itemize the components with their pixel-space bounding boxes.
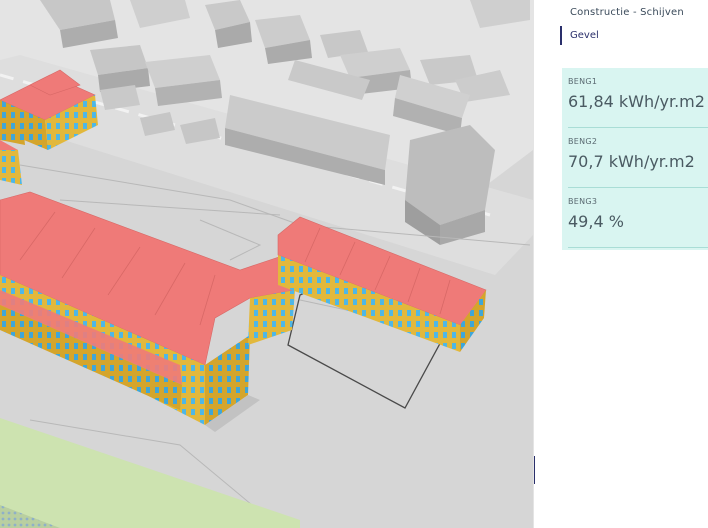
breadcrumb[interactable]: Constructie - Schijven (570, 7, 684, 18)
metric-label: BENG3 (568, 197, 598, 206)
results-panel: Constructie - Schijven Gevel BENG1 61,84… (534, 0, 708, 528)
scroll-marker (534, 456, 535, 484)
metric-beng1: BENG1 61,84 kWh/yr.m2 (562, 68, 708, 128)
metric-divider (568, 247, 708, 248)
metric-label: BENG1 (568, 77, 598, 86)
metric-label: BENG2 (568, 137, 598, 146)
metric-beng3: BENG3 49,4 % (562, 188, 708, 248)
metric-value: 49,4 % (568, 212, 624, 231)
metric-beng2: BENG2 70,7 kWh/yr.m2 (562, 128, 708, 188)
3d-map-viewport[interactable] (0, 0, 533, 528)
metric-value: 61,84 kWh/yr.m2 (568, 92, 705, 111)
beng-metrics-card: BENG1 61,84 kWh/yr.m2 BENG2 70,7 kWh/yr.… (562, 68, 708, 250)
tab-gevel[interactable]: Gevel (560, 26, 599, 45)
metric-value: 70,7 kWh/yr.m2 (568, 152, 695, 171)
